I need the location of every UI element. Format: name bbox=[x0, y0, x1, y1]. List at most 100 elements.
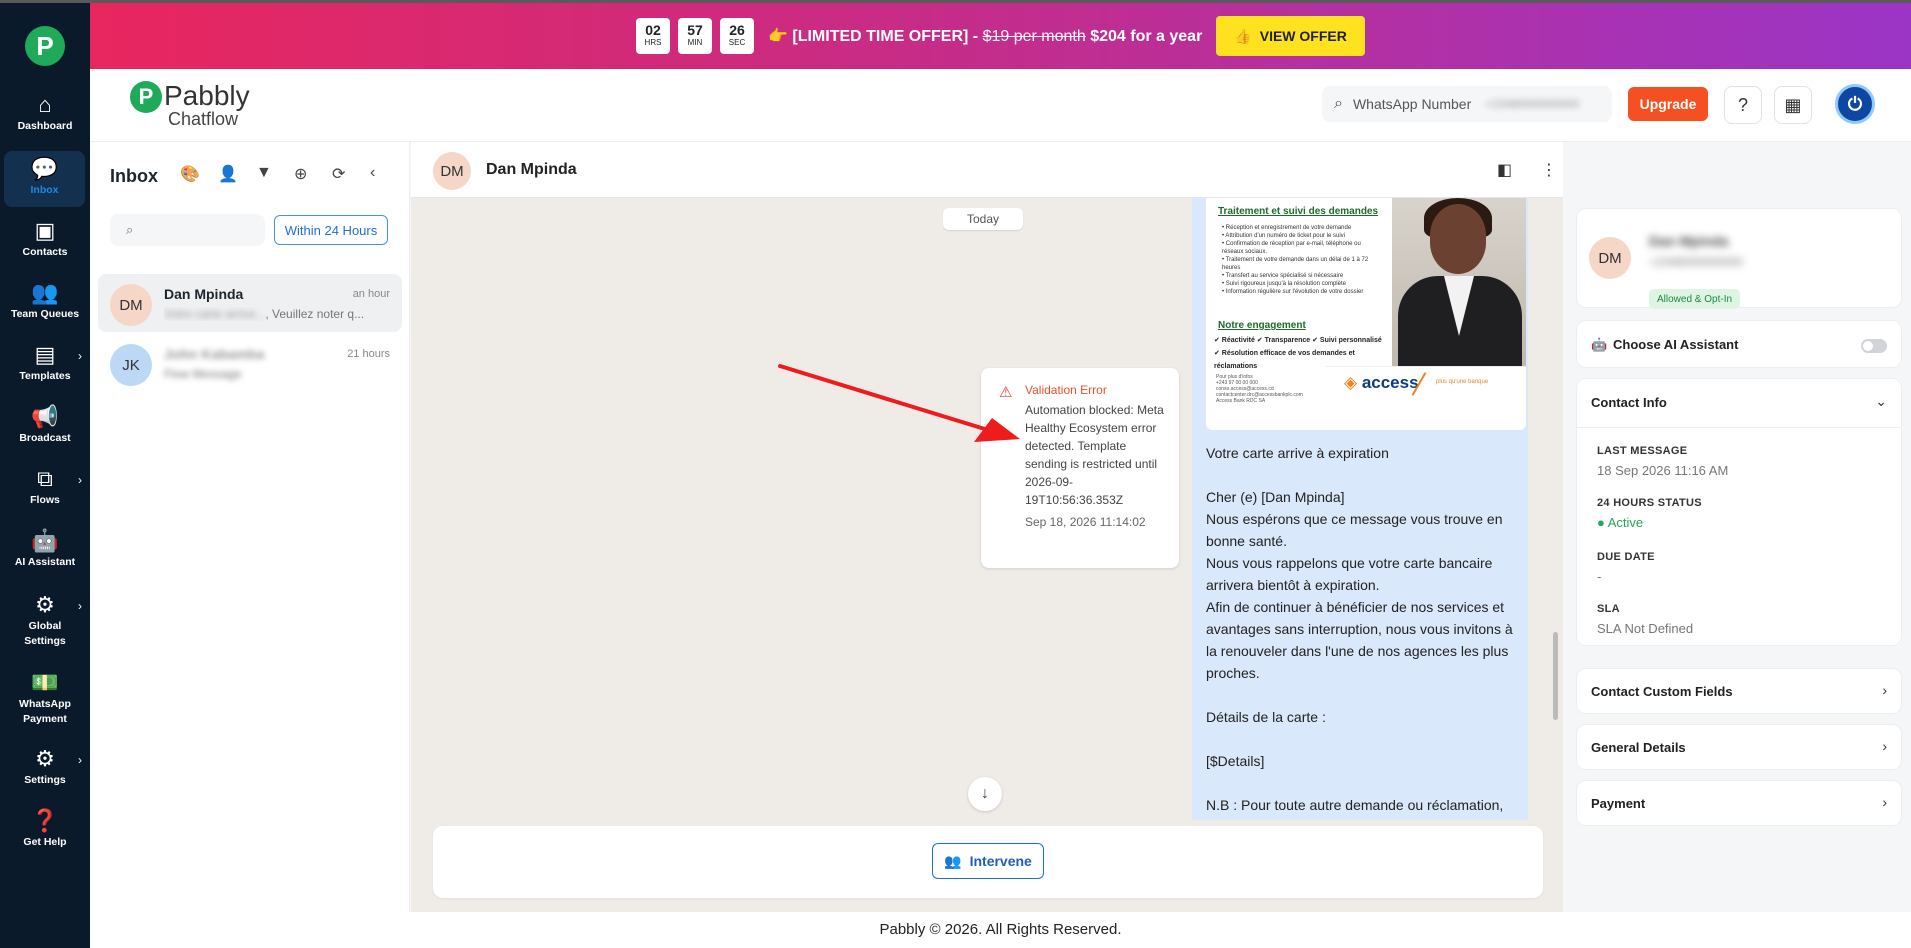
sidebar-item-settings[interactable]: ⚙ Settings › bbox=[0, 745, 90, 788]
sidebar-item-contacts[interactable]: ▣ Contacts bbox=[0, 217, 90, 260]
sidebar-item-whatsapp-payment[interactable]: 💵 WhatsApp Payment bbox=[0, 669, 90, 727]
page-footer: Pabbly © 2026. All Rights Reserved. bbox=[90, 912, 1911, 948]
assign-user-icon[interactable]: 👤 bbox=[218, 164, 238, 184]
chat-header: DM Dan Mpinda ◧ ⋮ bbox=[411, 142, 1563, 198]
access-logo-icon: ◈ bbox=[1344, 373, 1358, 392]
chat-list-item[interactable]: DM Dan Mpinda an hour Votre carte arrive… bbox=[98, 274, 402, 332]
home-icon: ⌂ bbox=[38, 92, 52, 117]
sidebar-item-team-queues[interactable]: 👥 Team Queues bbox=[0, 279, 90, 322]
sidebar-item-dashboard[interactable]: ⌂ Dashboard bbox=[0, 91, 90, 134]
chat-icon: 💬 bbox=[30, 156, 59, 181]
inbox-title: Inbox bbox=[110, 166, 158, 186]
top-header: P Pabbly Chatflow ⌕ WhatsApp Number +234… bbox=[90, 69, 1911, 142]
payment-icon: 💵 bbox=[31, 670, 59, 695]
sidebar-item-label: Broadcast bbox=[19, 432, 71, 444]
template-icon: ▤ bbox=[34, 342, 56, 367]
avatar: DM bbox=[1589, 237, 1631, 279]
contact-details-panel: DM Dan Mpinda +2348000000000 Allowed & O… bbox=[1564, 198, 1911, 912]
sidebar-item-label: Get Help bbox=[23, 836, 67, 848]
megaphone-icon: 📢 bbox=[31, 404, 59, 429]
chevron-right-icon: › bbox=[1882, 682, 1887, 698]
sidebar-item-global-settings[interactable]: ⚙ Global Settings › bbox=[0, 591, 90, 649]
message-image[interactable]: Traitement et suivi des demandes • Récep… bbox=[1206, 198, 1526, 430]
sidebar-item-label: Contacts bbox=[22, 246, 68, 258]
sidebar: P ⌂ Dashboard 💬 Inbox ▣ Contacts 👥 Team … bbox=[0, 3, 90, 948]
opt-in-status-badge: Allowed & Opt-In bbox=[1649, 289, 1741, 309]
view-offer-button[interactable]: 👍 VIEW OFFER bbox=[1216, 16, 1365, 56]
sidebar-item-label: WhatsApp Payment bbox=[19, 698, 71, 725]
help-circle-icon[interactable]: ? bbox=[1724, 86, 1762, 124]
scroll-down-arrow-icon[interactable]: ↓ bbox=[968, 777, 1002, 811]
status-dot: ● bbox=[1597, 515, 1605, 530]
contact-summary-card: DM Dan Mpinda +2348000000000 Allowed & O… bbox=[1576, 208, 1902, 309]
sidebar-item-ai-assistant[interactable]: 🤖 AI Assistant bbox=[0, 527, 90, 570]
status-icon[interactable]: ⊕ bbox=[294, 164, 307, 184]
search-icon: ⌕ bbox=[1334, 95, 1343, 112]
message-text: Votre carte arrive à expiration Cher (e)… bbox=[1206, 445, 1513, 820]
brand-logo[interactable]: P Pabbly Chatflow bbox=[130, 81, 250, 129]
sidebar-item-label: Team Queues bbox=[10, 308, 80, 320]
brand-mark: P bbox=[130, 81, 162, 113]
panel-toggle-icon[interactable]: ◧ bbox=[1497, 160, 1512, 180]
sidebar-item-templates[interactable]: ▤ Templates › bbox=[0, 341, 90, 384]
error-alert-icon: ⚠ bbox=[999, 384, 1013, 401]
chevron-right-icon: › bbox=[78, 473, 82, 487]
pointing-hand-icon: 👉 bbox=[768, 28, 788, 45]
sidebar-item-get-help[interactable]: ❓ Get Help bbox=[0, 807, 90, 850]
timer-seconds: 26 SEC bbox=[720, 18, 754, 54]
robot-icon: 🤖 bbox=[1591, 337, 1608, 352]
intervene-button[interactable]: 👥 Intervene bbox=[932, 843, 1044, 879]
chat-contact-name: Dan Mpinda bbox=[486, 161, 577, 178]
chevron-right-icon: › bbox=[1882, 794, 1887, 810]
sidebar-item-broadcast[interactable]: 📢 Broadcast bbox=[0, 403, 90, 446]
robot-icon: 🤖 bbox=[31, 528, 59, 553]
sidebar-item-flows[interactable]: ⧉ Flows › bbox=[0, 465, 90, 508]
sidebar-item-label: Flows bbox=[30, 494, 60, 506]
chat-scrollbar[interactable] bbox=[1553, 632, 1558, 720]
sidebar-item-label: Templates bbox=[19, 370, 71, 382]
sidebar-item-label: AI Assistant bbox=[14, 556, 76, 568]
sidebar-item-label: Inbox bbox=[30, 184, 59, 196]
apps-grid-icon[interactable]: ▦ bbox=[1774, 86, 1812, 124]
filter-icon[interactable]: ▼ bbox=[256, 164, 272, 182]
whatsapp-number-selector[interactable]: ⌕ WhatsApp Number +2348000000000 bbox=[1322, 86, 1612, 122]
chevron-right-icon: › bbox=[1882, 738, 1887, 754]
app-logo[interactable]: P bbox=[25, 26, 65, 66]
ai-assistant-card: 🤖 Choose AI Assistant bbox=[1576, 320, 1902, 368]
help-icon: ❓ bbox=[31, 808, 59, 833]
timer-hours: 02 HRS bbox=[636, 18, 670, 54]
collapse-panel-icon[interactable]: ‹ bbox=[370, 164, 375, 182]
ai-assistant-toggle[interactable] bbox=[1861, 339, 1887, 353]
sidebar-item-inbox[interactable]: 💬 Inbox bbox=[4, 151, 85, 207]
gear-icon: ⚙ bbox=[35, 746, 55, 771]
team-icon: 👥 bbox=[31, 280, 59, 305]
payment-section[interactable]: Payment › bbox=[1576, 780, 1902, 826]
avatar: DM bbox=[433, 152, 471, 190]
validation-error-card: ⚠ Validation Error Automation blocked: M… bbox=[981, 368, 1179, 568]
upgrade-button[interactable]: Upgrade bbox=[1628, 87, 1708, 121]
chevron-down-icon[interactable]: ⌄ bbox=[1875, 393, 1887, 410]
more-options-icon[interactable]: ⋮ bbox=[1541, 160, 1557, 180]
general-details-section[interactable]: General Details › bbox=[1576, 724, 1902, 770]
date-chip: Today bbox=[943, 208, 1023, 230]
refresh-icon[interactable]: ⟳ bbox=[332, 164, 345, 184]
avatar: JK bbox=[110, 344, 152, 386]
sidebar-item-label: Dashboard bbox=[17, 120, 73, 132]
timer-minutes: 57 MIN bbox=[678, 18, 712, 54]
inbox-search-input[interactable]: ⌕ bbox=[110, 214, 265, 246]
within-24-hours-filter-button[interactable]: Within 24 Hours bbox=[274, 215, 388, 245]
search-icon: ⌕ bbox=[126, 222, 134, 237]
sidebar-item-label: Global Settings bbox=[24, 620, 66, 647]
thumbs-up-icon: 👍 bbox=[1234, 27, 1252, 44]
template-message-bubble: Traitement et suivi des demandes • Récep… bbox=[1192, 198, 1528, 820]
contact-custom-fields-section[interactable]: Contact Custom Fields › bbox=[1576, 668, 1902, 714]
account-power-icon[interactable]: ⏻ bbox=[1835, 84, 1875, 124]
contact-info-card: Contact Info ⌄ LAST MESSAGE 18 Sep 2026 … bbox=[1576, 378, 1902, 646]
global-settings-icon: ⚙ bbox=[35, 592, 55, 617]
palette-icon[interactable]: 🎨 bbox=[180, 164, 200, 184]
intervene-user-icon: 👥 bbox=[944, 852, 962, 869]
chat-area: DM Dan Mpinda ◧ ⋮ Today ⚠ Validation Err… bbox=[411, 142, 1563, 912]
sidebar-item-label: Settings bbox=[24, 774, 66, 786]
chat-list-item[interactable]: JK John Kabamba 21 hours Flow Message bbox=[98, 334, 402, 392]
avatar: DM bbox=[110, 284, 152, 326]
